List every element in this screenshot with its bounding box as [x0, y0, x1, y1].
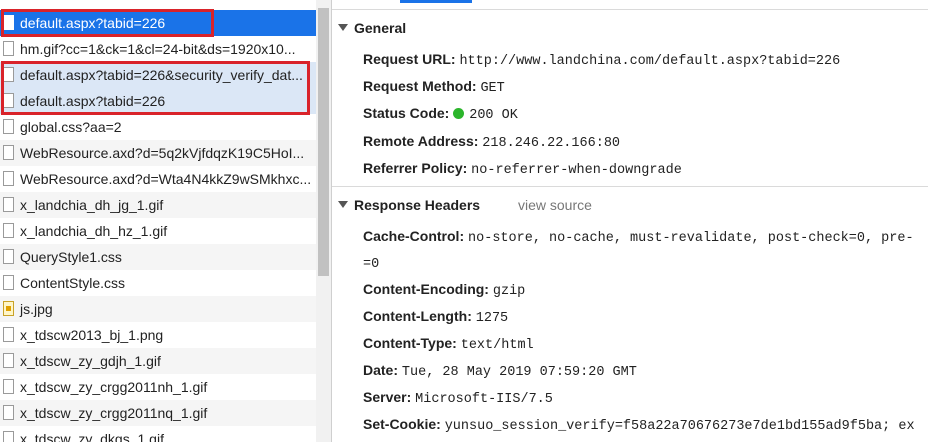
divider	[332, 9, 928, 10]
document-icon	[3, 431, 14, 442]
content-encoding-row: Content-Encoding: gzip	[363, 281, 525, 299]
scrollbar-thumb[interactable]	[318, 8, 329, 276]
request-name: x_tdscw_zy_dkgs_1.gif	[20, 431, 164, 442]
document-icon	[3, 275, 14, 290]
request-row[interactable]: global.css?aa=2	[0, 114, 316, 140]
request-row[interactable]: x_tdscw_zy_crgg2011nh_1.gif	[0, 374, 316, 400]
referrer-policy-value: no-referrer-when-downgrade	[471, 163, 682, 178]
response-headers-section-header[interactable]: Response Headers	[338, 197, 480, 213]
active-tab-indicator	[400, 0, 472, 3]
annotation-box	[1, 61, 310, 115]
request-name: x_landchia_dh_hz_1.gif	[20, 223, 168, 239]
cache-control-row: Cache-Control: no-store, no-cache, must-…	[363, 228, 914, 246]
document-icon	[3, 405, 14, 420]
request-name: x_tdscw_zy_gdjh_1.gif	[20, 353, 161, 369]
request-name: WebResource.axd?d=Wta4N4kkZ9wSMkhxc...	[20, 171, 312, 187]
request-name: global.css?aa=2	[20, 119, 122, 135]
annotation-box	[1, 9, 214, 37]
set-cookie-label: Set-Cookie:	[363, 416, 441, 432]
request-row[interactable]: ContentStyle.css	[0, 270, 316, 296]
content-encoding-value: gzip	[492, 284, 526, 299]
cache-control-value: no-store, no-cache, must-revalidate, pos…	[468, 231, 914, 246]
request-name: WebResource.axd?d=5q2kVjfdqzK19C5HoI...	[20, 145, 305, 161]
document-icon	[3, 379, 14, 394]
server-label: Server:	[363, 389, 412, 405]
cache-control-label: Cache-Control:	[363, 228, 465, 244]
request-list: default.aspx?tabid=226 hm.gif?cc=1&ck=1&…	[0, 0, 332, 442]
status-code-row: Status Code: 200 OK	[363, 105, 518, 123]
request-name: x_tdscw_zy_crgg2011nh_1.gif	[20, 379, 208, 395]
request-row[interactable]: x_landchia_dh_jg_1.gif	[0, 192, 316, 218]
request-row[interactable]: WebResource.axd?d=5q2kVjfdqzK19C5HoI...	[0, 140, 316, 166]
document-icon	[3, 223, 14, 238]
content-encoding-label: Content-Encoding:	[363, 281, 489, 297]
request-name: QueryStyle1.css	[20, 249, 122, 265]
cache-control-wrap-row: =0	[363, 254, 379, 272]
view-source-link[interactable]: view source	[518, 197, 592, 213]
request-row[interactable]: x_landchia_dh_hz_1.gif	[0, 218, 316, 244]
content-type-value: text/html	[460, 338, 534, 353]
content-type-label: Content-Type:	[363, 335, 457, 351]
request-row[interactable]: js.jpg	[0, 296, 316, 322]
request-name: x_tdscw2013_bj_1.png	[20, 327, 164, 343]
set-cookie-value: yunsuo_session_verify=f58a22a70676273e7d…	[444, 419, 915, 434]
response-headers-title: Response Headers	[354, 197, 481, 213]
divider	[332, 186, 928, 187]
set-cookie-row: Set-Cookie: yunsuo_session_verify=f58a22…	[363, 416, 915, 434]
request-row[interactable]: x_tdscw2013_bj_1.png	[0, 322, 316, 348]
referrer-policy-row: Referrer Policy: no-referrer-when-downgr…	[363, 160, 682, 178]
request-details-pane: General Request URL: http://www.landchin…	[332, 0, 928, 442]
content-type-row: Content-Type: text/html	[363, 335, 534, 353]
document-icon	[3, 145, 14, 160]
request-row[interactable]: WebResource.axd?d=Wta4N4kkZ9wSMkhxc...	[0, 166, 316, 192]
request-url-row: Request URL: http://www.landchina.com/de…	[363, 51, 840, 69]
status-code-label: Status Code:	[363, 105, 450, 121]
status-dot-icon	[453, 108, 465, 119]
request-url-label: Request URL:	[363, 51, 456, 67]
image-icon	[3, 301, 14, 316]
request-row[interactable]: x_tdscw_zy_crgg2011nq_1.gif	[0, 400, 316, 426]
document-icon	[3, 197, 14, 212]
remote-address-value: 218.246.22.166:80	[482, 136, 621, 151]
document-icon	[3, 171, 14, 186]
document-icon	[3, 353, 14, 368]
request-row[interactable]: hm.gif?cc=1&ck=1&cl=24-bit&ds=1920x10...	[0, 36, 316, 62]
remote-address-label: Remote Address:	[363, 133, 479, 149]
request-url-value: http://www.landchina.com/default.aspx?ta…	[459, 54, 841, 69]
general-section-header[interactable]: General	[338, 20, 406, 36]
content-length-value: 1275	[475, 311, 509, 326]
request-name: x_landchia_dh_jg_1.gif	[20, 197, 164, 213]
date-value: Tue, 28 May 2019 07:59:20 GMT	[401, 365, 637, 380]
triangle-down-icon	[338, 24, 348, 31]
triangle-down-icon	[338, 201, 348, 208]
request-method-row: Request Method: GET	[363, 78, 505, 96]
document-icon	[3, 119, 14, 134]
referrer-policy-label: Referrer Policy:	[363, 160, 468, 176]
request-name: x_tdscw_zy_crgg2011nq_1.gif	[20, 405, 208, 421]
date-row: Date: Tue, 28 May 2019 07:59:20 GMT	[363, 362, 637, 380]
server-row: Server: Microsoft-IIS/7.5	[363, 389, 553, 407]
document-icon	[3, 327, 14, 342]
document-icon	[3, 41, 14, 56]
server-value: Microsoft-IIS/7.5	[415, 392, 553, 407]
remote-address-row: Remote Address: 218.246.22.166:80	[363, 133, 620, 151]
request-method-label: Request Method:	[363, 78, 477, 94]
request-name: ContentStyle.css	[20, 275, 126, 291]
status-code-value: 200 OK	[469, 108, 518, 123]
request-row[interactable]: QueryStyle1.css	[0, 244, 316, 270]
request-name: js.jpg	[20, 301, 53, 317]
content-length-label: Content-Length:	[363, 308, 472, 324]
cache-control-value-wrap: =0	[363, 257, 380, 272]
content-length-row: Content-Length: 1275	[363, 308, 508, 326]
request-method-value: GET	[480, 81, 505, 96]
request-row[interactable]: x_tdscw_zy_gdjh_1.gif	[0, 348, 316, 374]
general-title: General	[354, 20, 407, 36]
date-label: Date:	[363, 362, 399, 378]
request-name: hm.gif?cc=1&ck=1&cl=24-bit&ds=1920x10...	[20, 41, 296, 57]
document-icon	[3, 249, 14, 264]
request-row[interactable]: x_tdscw_zy_dkgs_1.gif	[0, 426, 316, 442]
